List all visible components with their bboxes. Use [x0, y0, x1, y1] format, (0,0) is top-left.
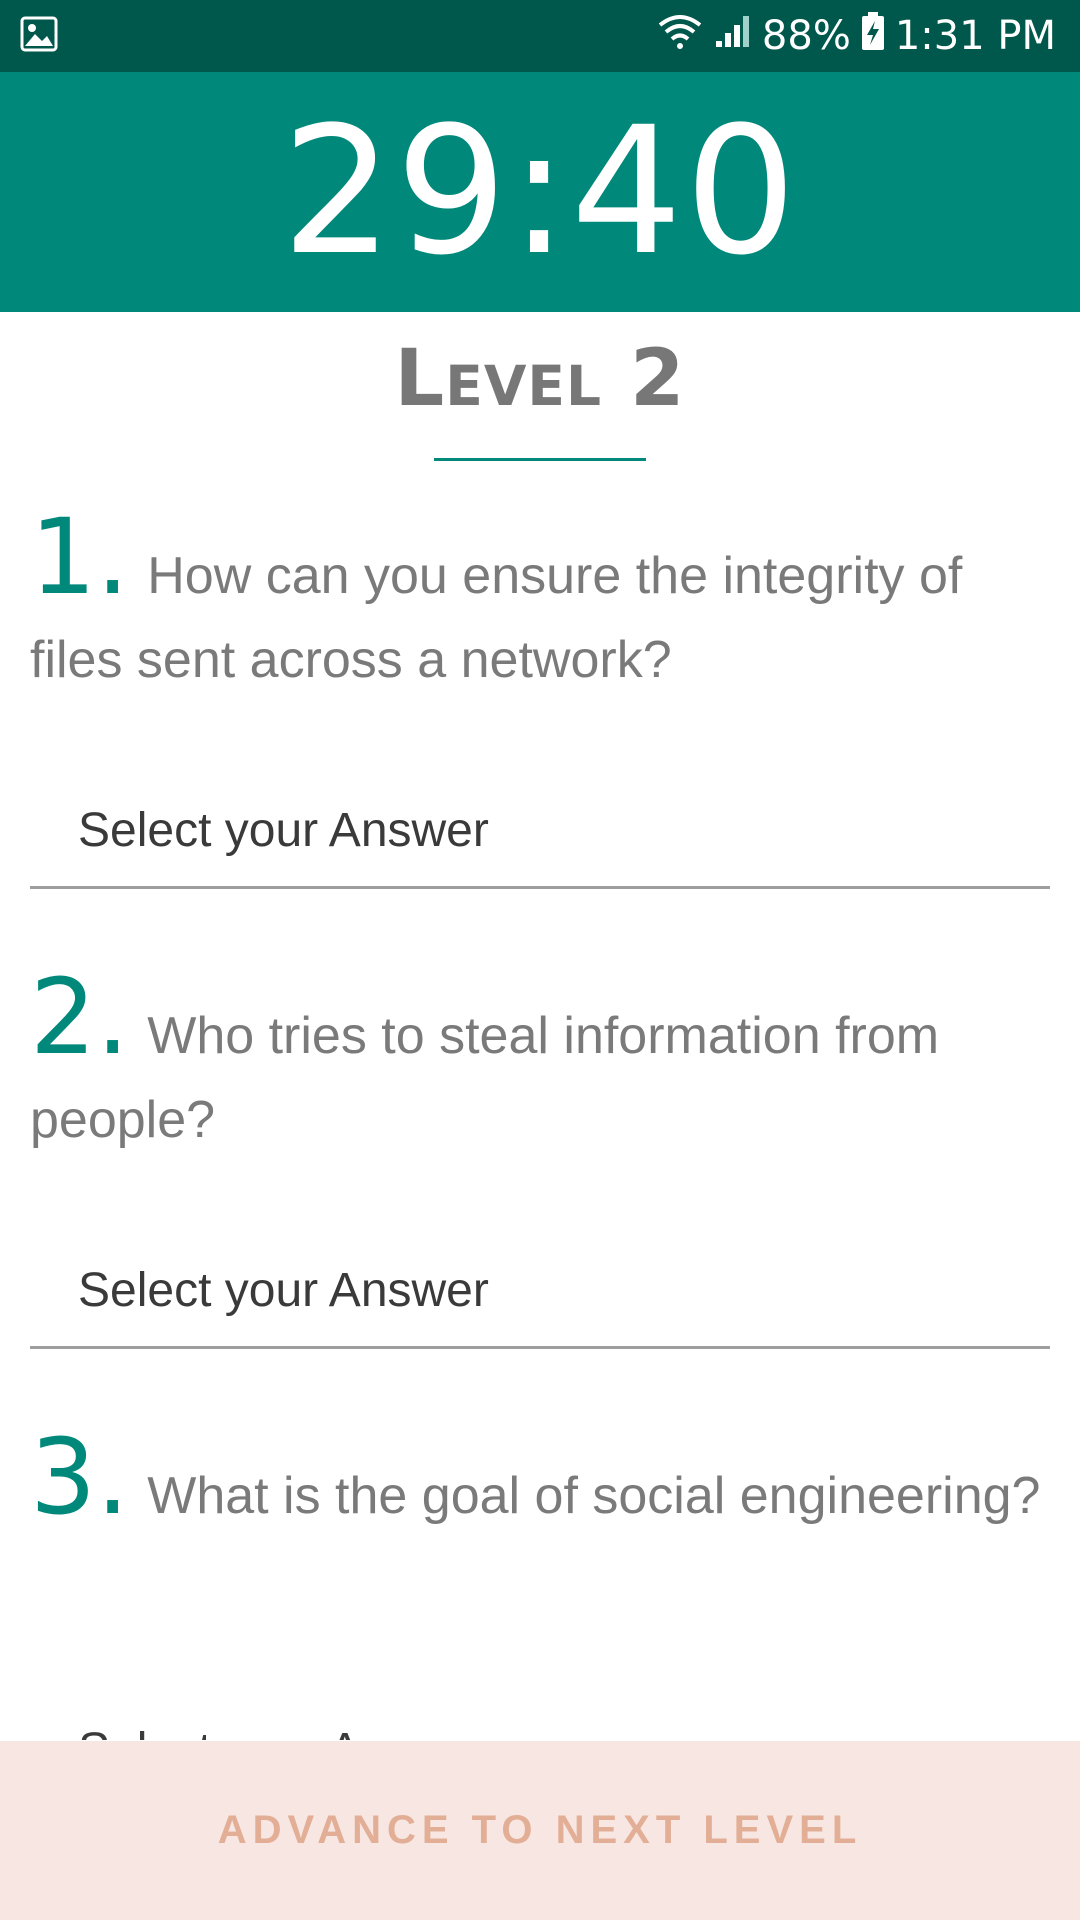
status-time: 1:31 PM: [894, 13, 1056, 59]
status-left: [20, 16, 58, 57]
level-title: Level 2: [0, 340, 1080, 418]
battery-percent: 88%: [761, 13, 851, 59]
question-label: What is the goal of social engineering?: [147, 1467, 1041, 1525]
question-item: 1. How can you ensure the integrity of fi…: [0, 505, 1080, 965]
wifi-icon: [656, 11, 704, 61]
question-text: 1. How can you ensure the integrity of fi…: [30, 505, 1050, 702]
level-title-underline: [434, 458, 646, 461]
question-number: 3.: [30, 1416, 130, 1538]
answer-dropdown[interactable]: Select your Answer: [30, 1695, 1050, 1740]
answer-dropdown-value: Select your Answer: [78, 804, 489, 857]
question-number: 1.: [30, 505, 130, 618]
question-label: How can you ensure the integrity of file…: [30, 547, 963, 689]
image-icon: [20, 16, 58, 57]
question-item: 3. What is the goal of social engineering…: [0, 1425, 1080, 1740]
signal-icon: [714, 13, 752, 59]
question-number: 2.: [30, 956, 130, 1078]
advance-to-next-level-button[interactable]: ADVANCE TO NEXT LEVEL: [218, 1808, 863, 1853]
timer-bar: 29:40: [0, 72, 1080, 312]
question-text: 2. Who tries to steal information from pe…: [30, 965, 1050, 1162]
countdown-timer: 29:40: [281, 89, 799, 294]
battery-charging-icon: [861, 11, 885, 61]
answer-dropdown[interactable]: Select your Answer: [30, 775, 1050, 889]
footer-bar: ADVANCE TO NEXT LEVEL: [0, 1741, 1080, 1920]
questions-list[interactable]: 1. How can you ensure the integrity of fi…: [0, 505, 1080, 1740]
status-right: 88% 1:31 PM: [656, 11, 1056, 61]
answer-dropdown-value: Select your Answer: [78, 1264, 489, 1317]
answer-dropdown[interactable]: Select your Answer: [30, 1235, 1050, 1349]
status-bar: 88% 1:31 PM: [0, 0, 1080, 72]
question-text: 3. What is the goal of social engineering…: [30, 1425, 1050, 1538]
level-title-text: Level 2: [394, 334, 686, 424]
question-item: 2. Who tries to steal information from pe…: [0, 965, 1080, 1425]
answer-dropdown-value: Select your Answer: [78, 1723, 489, 1740]
question-label: Who tries to steal information from peop…: [30, 1007, 940, 1149]
